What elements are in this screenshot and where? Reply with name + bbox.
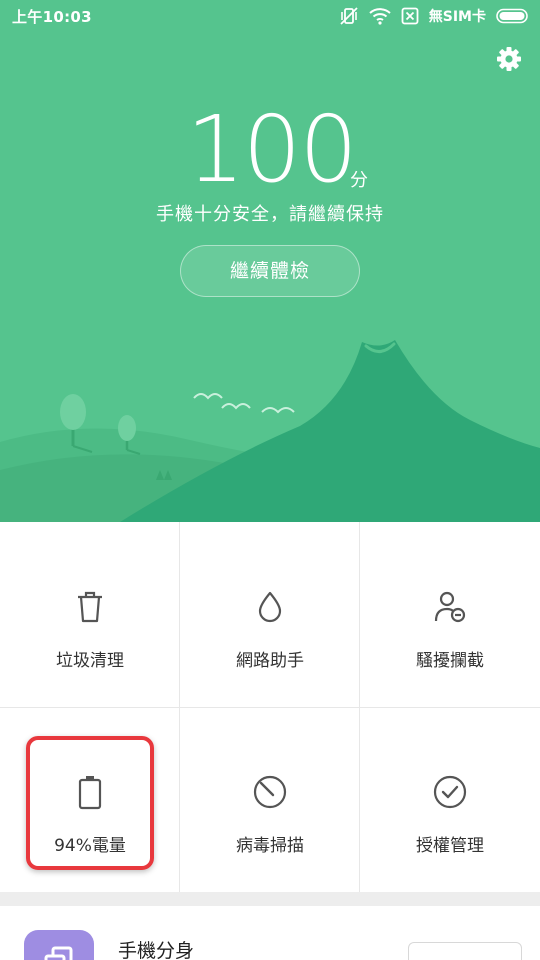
score-unit: 分 xyxy=(350,170,368,191)
tile-label: 病毒掃描 xyxy=(236,836,304,856)
tools-grid: 垃圾清理 網路助手 騷擾攔截 94%電量 病毒掃描 授權管理 xyxy=(0,522,540,892)
status-time: 上午10:03 xyxy=(12,8,92,26)
sim-status-text: 無SIM卡 xyxy=(428,9,486,25)
tile-label: 垃圾清理 xyxy=(56,651,124,671)
scan-icon xyxy=(250,772,290,812)
tile-permission-management[interactable]: 授權管理 xyxy=(360,707,540,892)
wifi-icon xyxy=(369,7,391,25)
battery-icon xyxy=(496,8,530,24)
score-display: 100 分 xyxy=(0,100,540,200)
tile-network-assistant[interactable]: 網路助手 xyxy=(180,522,360,707)
status-bar: 上午10:03 無SIM卡 xyxy=(0,0,540,32)
security-score: 100 xyxy=(186,96,358,203)
security-hero: 上午10:03 無SIM卡 100 分 手機十分安全，請繼續保持 繼續體檢 xyxy=(0,0,540,522)
continue-checkup-button[interactable]: 繼續體檢 xyxy=(180,245,360,297)
user-block-icon xyxy=(430,587,470,627)
dual-app-action-button[interactable] xyxy=(408,942,522,960)
vibrate-off-icon xyxy=(339,6,359,26)
trash-icon xyxy=(70,587,110,627)
tile-label: 網路助手 xyxy=(236,651,304,671)
score-message: 手機十分安全，請繼續保持 xyxy=(156,204,384,225)
tile-trash-cleanup[interactable]: 垃圾清理 xyxy=(0,522,180,707)
dual-app-row[interactable]: 手機分身 xyxy=(0,906,540,960)
settings-button[interactable] xyxy=(492,44,526,78)
dual-app-icon xyxy=(24,930,94,960)
drop-icon xyxy=(250,587,290,627)
dual-app-title: 手機分身 xyxy=(118,940,195,960)
no-sim-icon xyxy=(401,7,419,25)
gear-icon xyxy=(496,46,522,76)
tile-label: 授權管理 xyxy=(416,836,484,856)
status-icons: 無SIM卡 xyxy=(339,5,530,27)
tile-label: 94%電量 xyxy=(54,836,126,856)
landscape-illustration xyxy=(0,340,540,522)
tile-harassment-block[interactable]: 騷擾攔截 xyxy=(360,522,540,707)
check-circle-icon xyxy=(430,772,470,812)
divider xyxy=(0,707,540,708)
tile-battery[interactable]: 94%電量 xyxy=(0,707,180,892)
section-separator xyxy=(0,892,540,906)
battery-icon xyxy=(70,772,110,812)
tile-label: 騷擾攔截 xyxy=(416,651,484,671)
tile-virus-scan[interactable]: 病毒掃描 xyxy=(180,707,360,892)
